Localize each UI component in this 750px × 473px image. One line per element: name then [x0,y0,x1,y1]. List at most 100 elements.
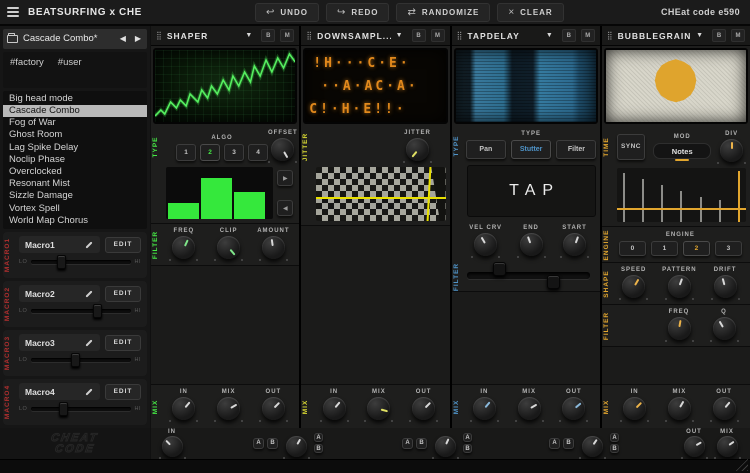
preset-item[interactable]: Big head mode [3,93,147,105]
step-bar-3[interactable] [234,192,265,219]
macro3-edit-button[interactable]: EDIT [105,335,141,351]
offset-knob[interactable]: OFFSET [268,130,298,161]
bubblegrains-bypass-button[interactable]: B [712,29,726,42]
tap-tempo-pad[interactable]: TAP [467,165,596,217]
step-bar-1[interactable] [168,203,199,219]
speed-knob[interactable]: SPEED [617,267,651,298]
tapdelay-mute-button[interactable]: M [581,29,595,42]
preset-item[interactable]: Lag Spike Delay [3,142,147,154]
in-knob[interactable]: IN [467,389,503,420]
filter-low-handle[interactable] [493,262,506,276]
macro2-name-field[interactable]: Macro2 [19,285,100,302]
next-preset-icon[interactable]: ▶ [133,34,143,43]
macro2-slider[interactable] [31,309,130,313]
chevron-down-icon[interactable]: ▼ [546,32,553,39]
downsample-mute-button[interactable]: M [431,29,445,42]
pencil-icon[interactable] [85,338,94,347]
preset-item[interactable]: Noclip Phase [3,154,147,166]
out-knob[interactable]: OUT [706,389,742,420]
end-knob[interactable]: END [514,225,548,256]
engine-button-1[interactable]: 1 [651,241,678,256]
junction2-b-button[interactable]: B [416,438,427,449]
folder-icon[interactable] [7,35,18,43]
resize-handle[interactable] [734,457,748,471]
step-prev-icon[interactable]: ◀ [277,200,293,216]
q-knob[interactable]: Q [706,309,742,340]
shaper-mute-button[interactable]: M [280,29,294,42]
pencil-icon[interactable] [85,387,94,396]
global-in-knob[interactable]: IN [157,429,187,457]
preset-item[interactable]: Fog of War [3,117,147,129]
vel-crv-knob[interactable]: VEL CRV [467,225,505,256]
macro2-edit-button[interactable]: EDIT [105,286,141,302]
preset-item[interactable]: Vortex Spell [3,203,147,215]
step-bars[interactable] [166,167,273,219]
macro3-name-field[interactable]: Macro3 [19,334,100,351]
junction1-crossfade-knob[interactable] [281,429,311,457]
pattern-knob[interactable]: PATTERN [660,267,700,298]
macro1-slider-handle[interactable] [57,255,66,269]
preset-item[interactable]: Resonant Mist [3,178,147,190]
mix-knob[interactable]: MIX [511,389,547,420]
algo-button-1[interactable]: 1 [176,144,196,161]
bubblegrains-mute-button[interactable]: M [731,29,745,42]
preset-item[interactable]: Overclocked [3,166,147,178]
macro1-name-field[interactable]: Macro1 [19,236,100,253]
junction3-crossfade-knob[interactable] [577,429,607,457]
junction2-route-a-button[interactable]: A [463,433,472,442]
preset-item[interactable]: World Map Chorus [3,215,147,227]
jitter-knob[interactable]: JITTER [400,130,436,161]
pencil-icon[interactable] [85,240,94,249]
prev-preset-icon[interactable]: ◀ [118,34,128,43]
filter-high-handle[interactable] [547,275,560,289]
step-next-icon[interactable]: ▶ [277,170,293,186]
filter-range-slider[interactable] [467,272,590,279]
junction3-route-a-button[interactable]: A [610,433,619,442]
tapdelay-bypass-button[interactable]: B [562,29,576,42]
randomize-button[interactable]: ⇄ RANDOMIZE [396,3,490,22]
amount-knob[interactable]: AMOUNT [256,228,292,259]
macro2-slider-handle[interactable] [93,304,102,318]
out-knob[interactable]: OUT [256,389,292,420]
algo-button-3[interactable]: 3 [224,144,244,161]
start-knob[interactable]: START [557,225,591,256]
drift-knob[interactable]: DRIFT [708,267,742,298]
junction2-crossfade-knob[interactable] [430,429,460,457]
in-knob[interactable]: IN [166,389,202,420]
downsample-bypass-button[interactable]: B [412,29,426,42]
undo-button[interactable]: ↩ UNDO [255,3,319,22]
macro4-slider-handle[interactable] [59,402,68,416]
clip-knob[interactable]: CLIP [211,228,247,259]
mix-knob[interactable]: MIX [211,389,247,420]
step-bar-2[interactable] [201,178,232,219]
junction2-route-b-button[interactable]: B [463,444,472,453]
type-button-stutter[interactable]: Stutter [511,140,552,159]
type-button-pan[interactable]: Pan [466,140,506,159]
out-knob[interactable]: OUT [556,389,592,420]
junction2-a-button[interactable]: A [402,438,413,449]
junction1-b-button[interactable]: B [267,438,278,449]
drag-handle-icon[interactable]: ⣿ [457,31,463,40]
freq-knob[interactable]: FREQ [661,309,697,340]
chevron-down-icon[interactable]: ▼ [245,32,252,39]
macro3-slider-handle[interactable] [71,353,80,367]
macro4-slider[interactable] [31,407,130,411]
sync-button[interactable]: SYNC [617,134,645,160]
clear-button[interactable]: × CLEAR [497,3,563,22]
junction3-a-button[interactable]: A [549,438,560,449]
type-button-filter[interactable]: Filter [556,140,596,159]
pencil-icon[interactable] [85,289,94,298]
preset-item-selected[interactable]: Cascade Combo [3,105,147,117]
mix-knob[interactable]: MIX [361,389,397,420]
global-mix-knob[interactable]: MIX [712,429,742,457]
global-out-knob[interactable]: OUT [679,429,709,457]
chevron-down-icon[interactable]: ▼ [396,32,403,39]
tag-user[interactable]: #user [58,57,82,68]
algo-button-2[interactable]: 2 [200,144,220,161]
drag-handle-icon[interactable]: ⣿ [607,31,613,40]
preset-item[interactable]: Sizzle Damage [3,190,147,202]
mix-knob[interactable]: MIX [662,389,698,420]
junction1-route-b-button[interactable]: B [314,444,323,453]
junction3-b-button[interactable]: B [563,438,574,449]
redo-button[interactable]: ↪ REDO [326,3,390,22]
